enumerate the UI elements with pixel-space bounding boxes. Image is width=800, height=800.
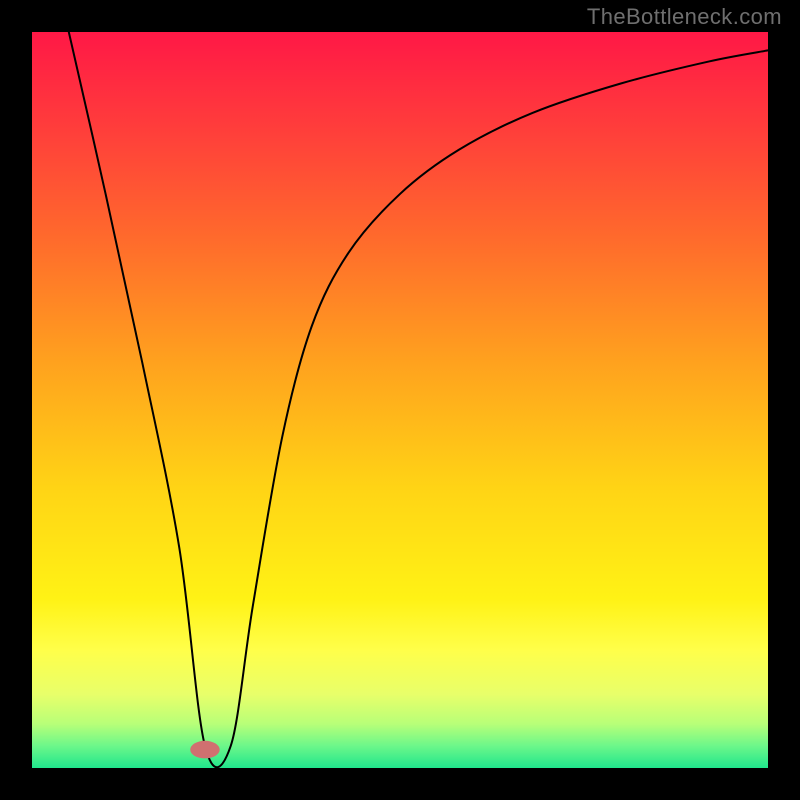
watermark-text: TheBottleneck.com — [587, 4, 782, 30]
chart-frame: TheBottleneck.com — [0, 0, 800, 800]
plot-background — [32, 32, 768, 768]
optimum-marker — [190, 741, 219, 759]
chart-plot — [32, 32, 768, 768]
